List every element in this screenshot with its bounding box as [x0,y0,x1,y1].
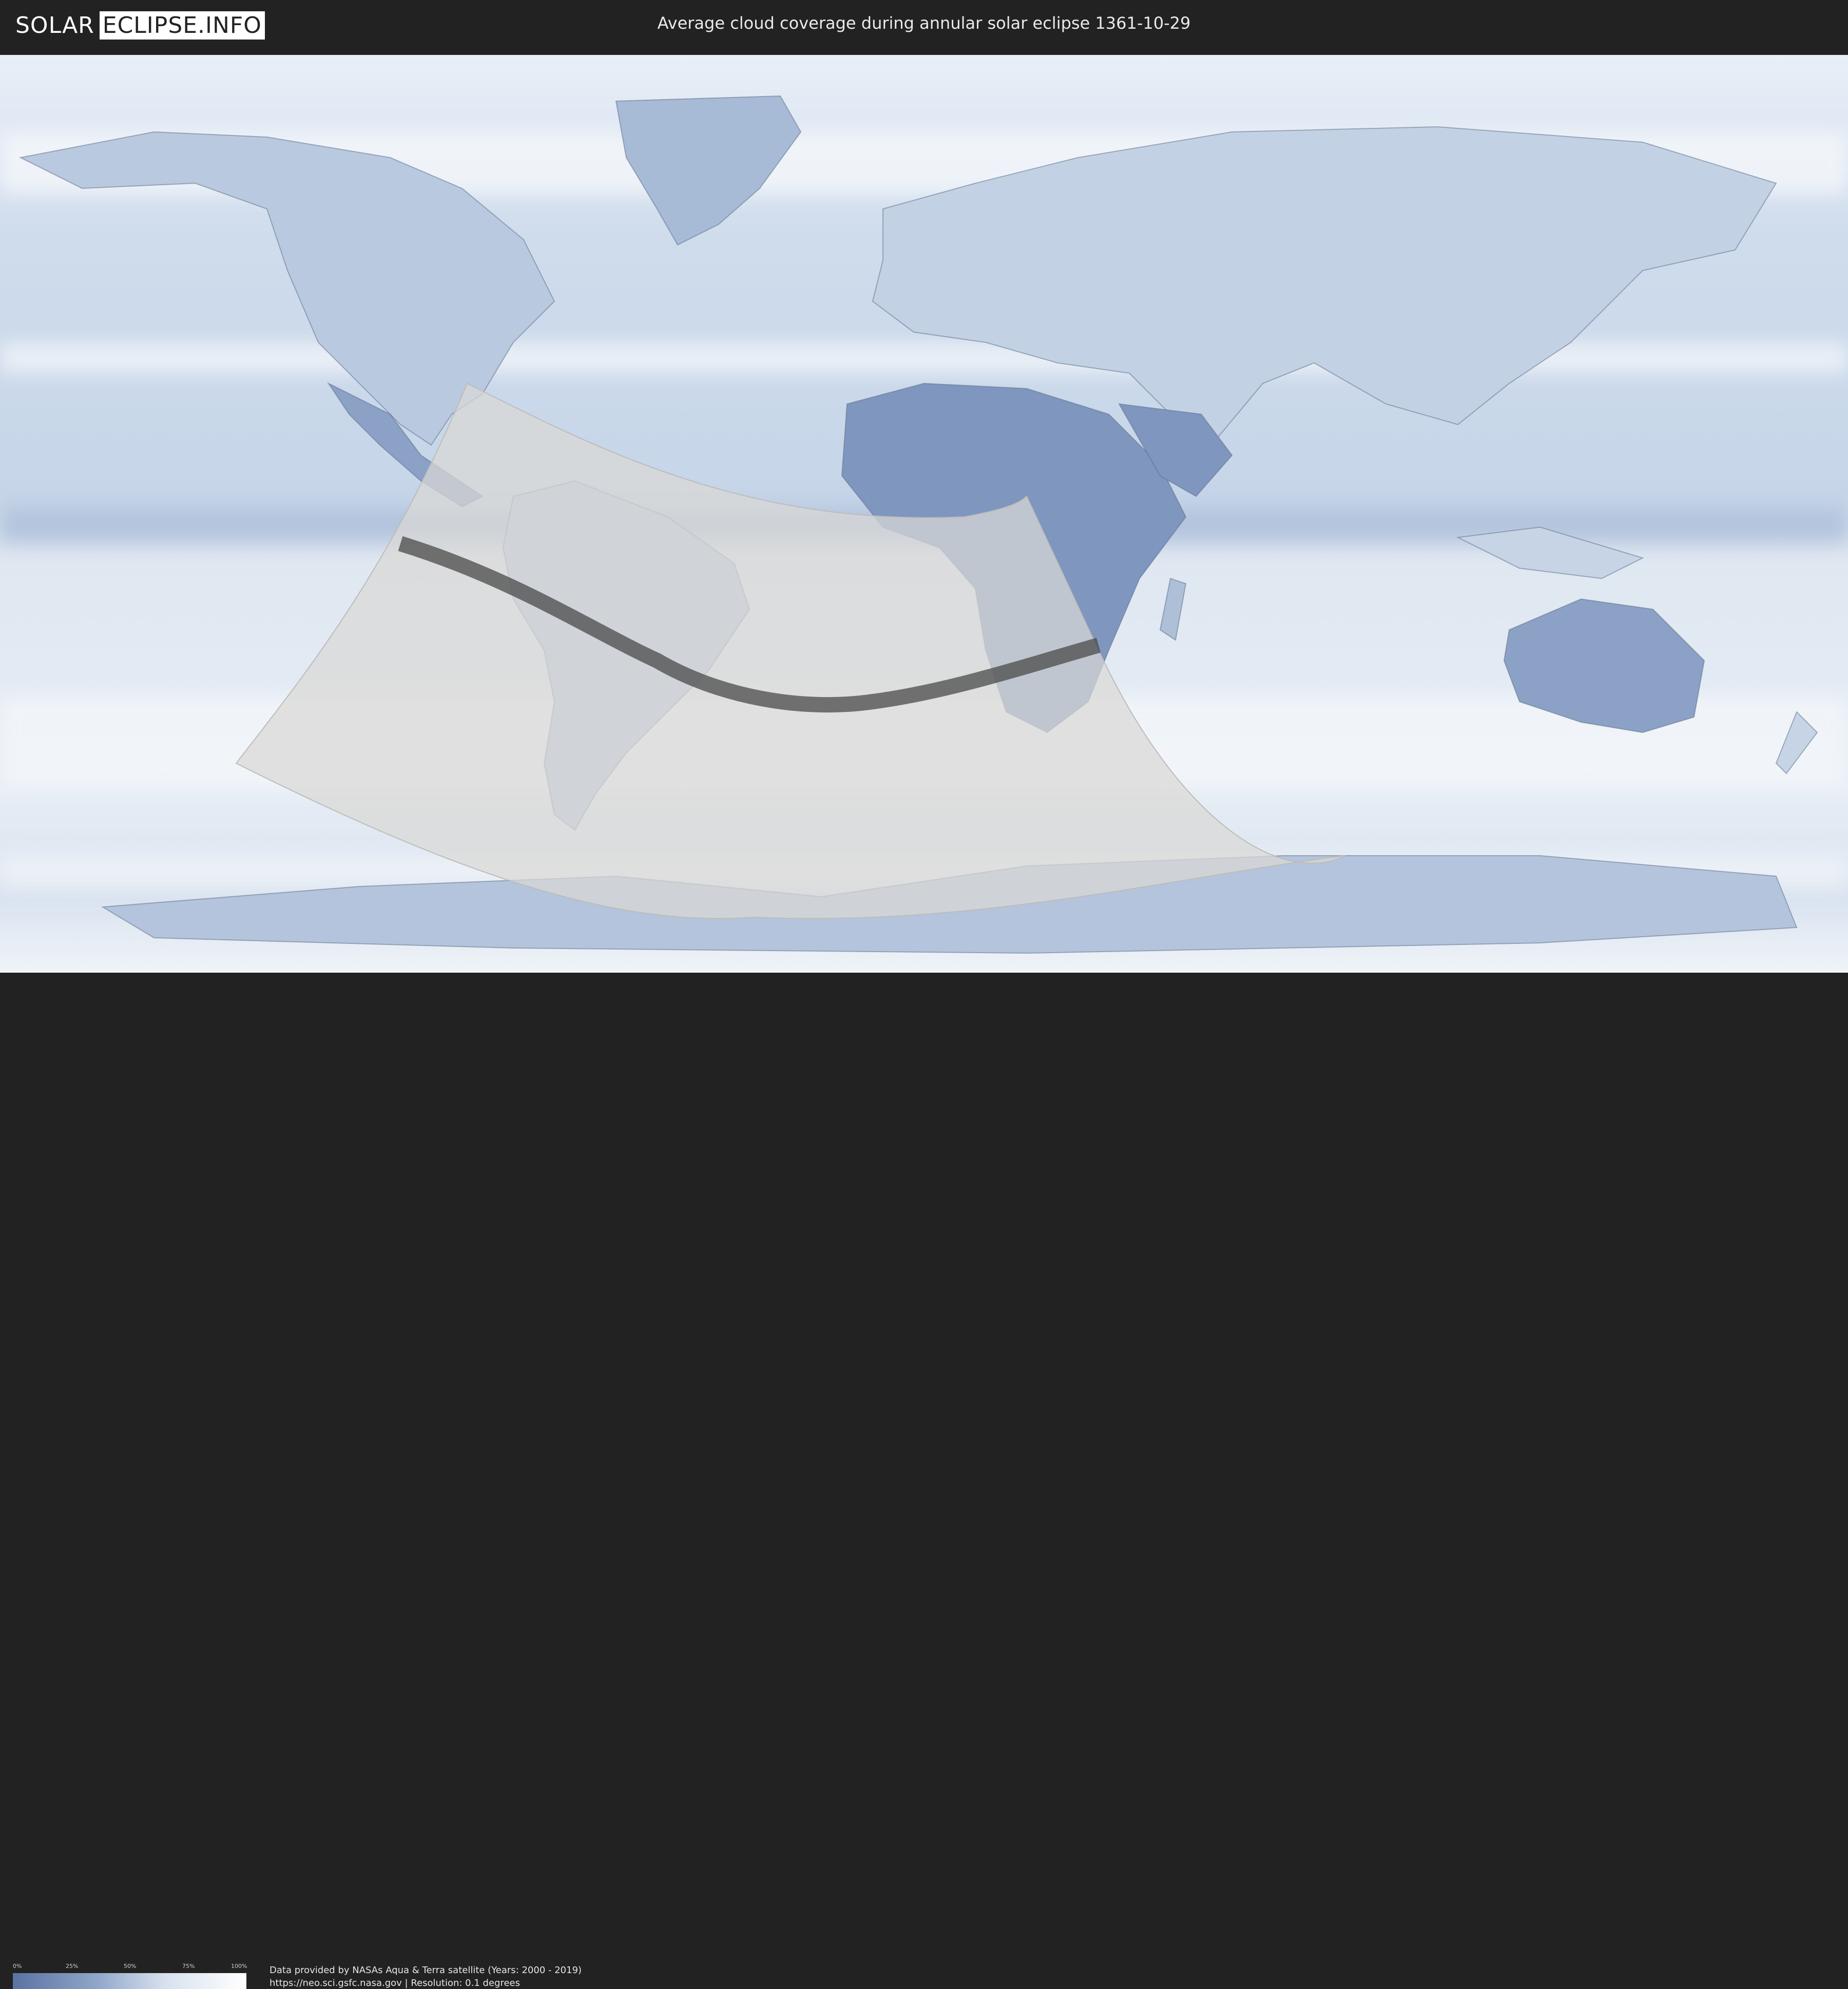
data-credit: Data provided by NASAs Aqua & Terra sate… [270,1965,582,1976]
header-bar: SOLAR ECLIPSE.INFO Average cloud coverag… [0,0,1848,51]
legend-tick: 0% [13,1963,22,1969]
cloud-coverage-map[interactable] [0,55,1848,973]
legend-tick: 25% [66,1963,79,1969]
page-title: Average cloud coverage during annular so… [657,13,1191,33]
legend-tick: 50% [124,1963,137,1969]
footer-bar: 0% 25% 50% 75% 100% Data provided by NAS… [0,975,1848,1989]
legend-tick: 100% [231,1963,247,1969]
legend-tick: 75% [182,1963,195,1969]
cloud-coverage-legend-bar [13,1973,246,1989]
data-source-link[interactable]: https://neo.sci.gsfc.nasa.gov | Resoluti… [270,1978,520,1988]
legend-ticks: 0% 25% 50% 75% 100% [13,1963,247,1971]
